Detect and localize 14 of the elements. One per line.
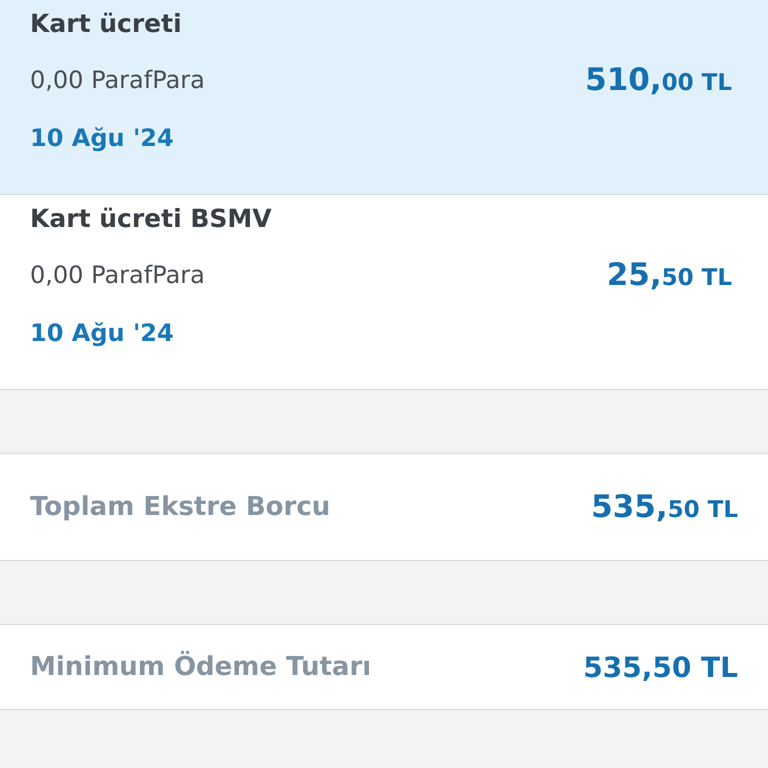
- summary-label: Minimum Ödeme Tutarı: [30, 652, 372, 682]
- transaction-row[interactable]: Kart ücreti BSMV 0,00 ParafPara 10 Ağu '24 25,50 TL: [0, 195, 768, 390]
- transaction-title: Kart ücreti BSMV: [30, 203, 272, 235]
- transaction-date: 10 Ağu '24: [30, 318, 175, 349]
- transaction-date: 10 Ağu '24: [30, 123, 175, 154]
- summary-amount: 535,50 TL: [583, 650, 738, 684]
- transaction-amount: 25,50 TL: [606, 257, 732, 293]
- summary-amount: 535,50 TL: [591, 489, 738, 525]
- summary-label: Toplam Ekstre Borcu: [30, 492, 330, 522]
- transaction-title: Kart ücreti: [30, 8, 183, 40]
- points-text: 0,00 ParafPara: [30, 260, 206, 291]
- transaction-amount: 510,00 TL: [585, 62, 732, 98]
- transaction-row[interactable]: Kart ücreti 0,00 ParafPara 10 Ağu '24 510,00 TL: [0, 0, 768, 195]
- points-text: 0,00 ParafPara: [30, 65, 205, 96]
